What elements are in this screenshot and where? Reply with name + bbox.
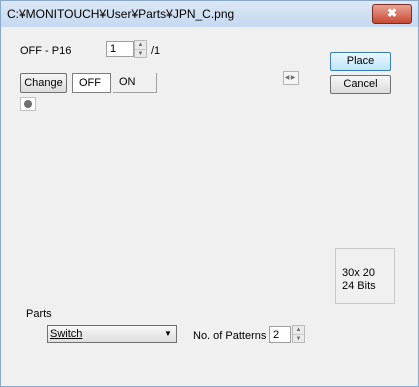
tab-on[interactable]: ON bbox=[113, 73, 157, 93]
patterns-count-input[interactable] bbox=[269, 326, 291, 343]
scroll-arrows[interactable]: ◀▶ bbox=[283, 71, 299, 85]
parts-label: Parts bbox=[26, 308, 52, 320]
patterns-spinner[interactable]: ▲ ▼ bbox=[292, 325, 305, 343]
title-bar[interactable]: C:¥MONITOUCH¥User¥Parts¥JPN_C.png ✖ bbox=[1, 1, 418, 27]
chevron-down-icon[interactable]: ▼ bbox=[161, 327, 175, 341]
window-title: C:¥MONITOUCH¥User¥Parts¥JPN_C.png bbox=[7, 7, 235, 21]
pattern-spinner[interactable]: ▲ ▼ bbox=[134, 40, 147, 58]
spin-up-icon[interactable]: ▲ bbox=[135, 41, 146, 50]
pattern-number-input[interactable] bbox=[106, 41, 134, 57]
part-preview-image bbox=[20, 97, 36, 111]
dialog-window: C:¥MONITOUCH¥User¥Parts¥JPN_C.png ✖ OFF … bbox=[0, 0, 419, 387]
pattern-label: OFF - P16 bbox=[20, 45, 72, 57]
image-info-box: 30x 20 24 Bits bbox=[335, 248, 395, 304]
spin-down-icon[interactable]: ▼ bbox=[293, 335, 304, 343]
cancel-button[interactable]: Cancel bbox=[330, 75, 391, 94]
patterns-count-label: No. of Patterns bbox=[193, 330, 267, 342]
image-size: 30x 20 bbox=[342, 267, 376, 279]
spin-down-icon[interactable]: ▼ bbox=[135, 50, 146, 58]
pattern-total: /1 bbox=[151, 45, 161, 57]
close-button[interactable]: ✖ bbox=[372, 4, 412, 24]
spin-up-icon[interactable]: ▲ bbox=[293, 326, 304, 335]
right-arrow-icon[interactable]: ▶ bbox=[290, 72, 296, 84]
place-button[interactable]: Place bbox=[330, 52, 391, 71]
tab-off[interactable]: OFF bbox=[72, 73, 111, 93]
button-dot-icon bbox=[24, 100, 32, 108]
change-button[interactable]: Change bbox=[20, 73, 67, 93]
parts-selected-value: Switch bbox=[50, 328, 83, 340]
parts-select[interactable]: Switch ▼ bbox=[47, 325, 177, 343]
image-bits: 24 Bits bbox=[342, 280, 376, 292]
